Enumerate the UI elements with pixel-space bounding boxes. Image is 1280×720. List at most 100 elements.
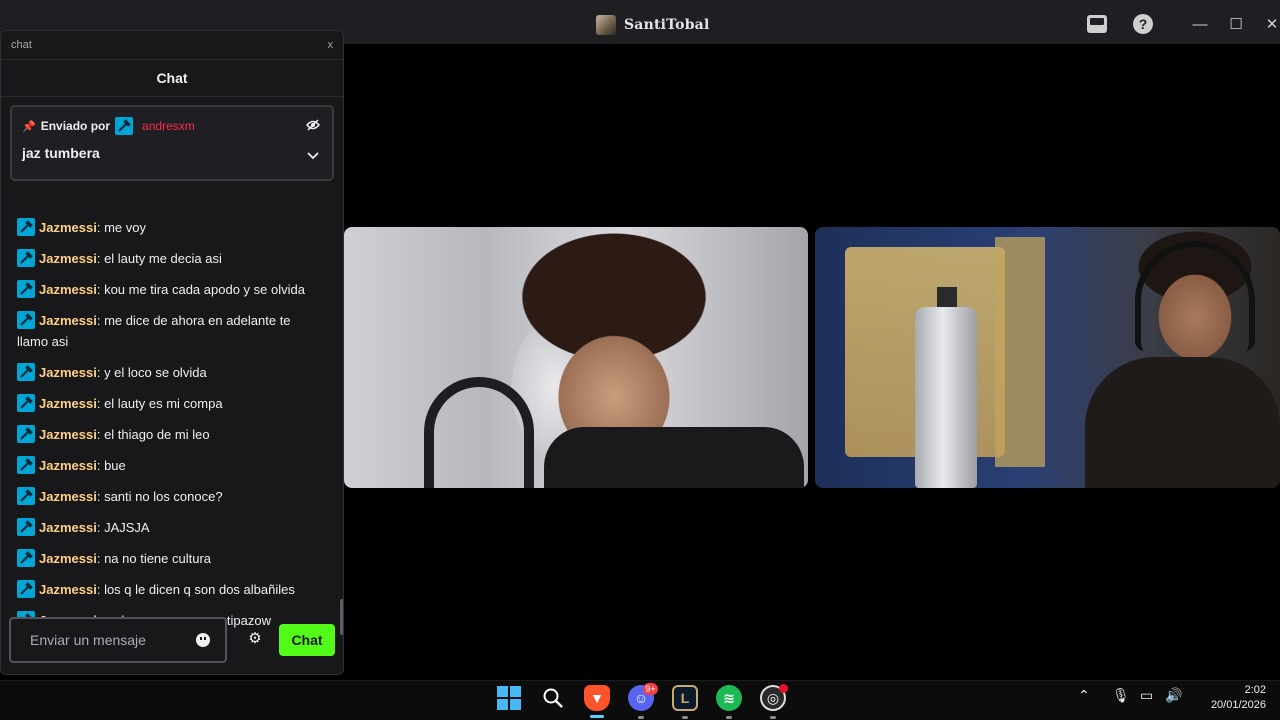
tray-chevron-up-icon[interactable]: ⌃ <box>1078 687 1090 704</box>
chat-message-text: el thiago de mi leo <box>104 427 210 442</box>
chat-composer: ⚙ Chat <box>9 617 335 663</box>
chat-message-text: bue <box>104 458 126 473</box>
chat-message: Jazmessi: me voy <box>9 217 329 238</box>
chat-message: Jazmessi: el thiago de mi leo <box>9 424 329 445</box>
clock-date: 20/01/2026 <box>1210 699 1266 711</box>
video-tile-streamer-2[interactable] <box>815 227 1280 488</box>
moderator-badge-icon <box>17 549 35 567</box>
chat-username[interactable]: Jazmessi <box>39 220 97 235</box>
chat-separator: : <box>96 458 105 473</box>
chat-message-text: y el loco se olvida <box>104 365 207 380</box>
discord-running-indicator <box>638 716 644 719</box>
channel-avatar <box>596 15 616 35</box>
pinned-meta: 📌 Enviado por andresxm <box>22 117 322 135</box>
chat-username[interactable]: Jazmessi <box>39 551 97 566</box>
chat-username[interactable]: Jazmessi <box>39 365 97 380</box>
moderator-badge-icon <box>17 249 35 267</box>
pin-icon: 📌 <box>22 120 36 133</box>
minimize-button[interactable]: — <box>1189 13 1211 35</box>
maximize-button[interactable]: ☐ <box>1225 13 1247 35</box>
moderator-badge-icon <box>17 280 35 298</box>
chat-message-text: kou me tira cada apodo y se olvida <box>104 282 305 297</box>
window-title: SantiTobal <box>624 17 710 33</box>
headset-shape <box>1135 241 1255 351</box>
chat-message: Jazmessi: JAJSJA <box>9 517 329 538</box>
chat-message: Jazmessi: el lauty me decia asi <box>9 248 329 269</box>
discord-notification-badge: 9+ <box>643 683 658 695</box>
video-tile-streamer-1[interactable] <box>344 227 808 488</box>
thermos-shape <box>915 307 977 488</box>
chat-separator: : <box>96 551 105 566</box>
search-icon[interactable] <box>540 685 566 711</box>
chat-message-text: los q le dicen q son dos albañiles <box>104 582 295 597</box>
shirt-shape <box>544 427 804 488</box>
volume-icon[interactable]: 🔊 <box>1165 687 1182 704</box>
chat-panel-close-button[interactable]: x <box>328 39 334 51</box>
chat-username[interactable]: Jazmessi <box>39 396 97 411</box>
flag-stripe-shape <box>995 237 1045 467</box>
network-icon[interactable]: ▭ <box>1140 687 1153 704</box>
system-clock[interactable]: 2:02 20/01/2026 <box>1196 683 1266 713</box>
chat-username[interactable]: Jazmessi <box>39 489 97 504</box>
hoodie-shape <box>1085 357 1280 488</box>
chat-message: Jazmessi: na no tiene cultura <box>9 548 329 569</box>
chevron-down-icon[interactable] <box>306 151 320 161</box>
inbox-icon[interactable] <box>1086 13 1108 35</box>
pinned-username[interactable]: andresxm <box>142 119 195 133</box>
brave-icon[interactable]: ▼ <box>584 685 610 711</box>
chat-message-text: el lauty es mi compa <box>104 396 223 411</box>
chat-panel-title: chat <box>11 39 32 51</box>
chat-message: Jazmessi: y el loco se olvida <box>9 362 329 383</box>
help-button[interactable]: ? <box>1132 13 1154 35</box>
chat-username[interactable]: Jazmessi <box>39 582 97 597</box>
moderator-badge-icon <box>17 363 35 381</box>
chat-message: Jazmessi: kou me tira cada apodo y se ol… <box>9 279 329 300</box>
chat-message-text: santi no los conoce? <box>104 489 223 504</box>
spotify-icon[interactable]: ≋ <box>716 685 742 711</box>
start-icon[interactable] <box>496 685 522 711</box>
moderator-badge-icon <box>17 425 35 443</box>
close-button[interactable]: ✕ <box>1261 13 1280 35</box>
chat-separator: : <box>96 220 105 235</box>
league-of-legends-icon[interactable]: L <box>672 685 698 711</box>
lol-running-indicator <box>682 716 688 719</box>
microphone-icon[interactable]: 🎙 <box>1112 687 1130 704</box>
chat-separator: : <box>96 313 105 328</box>
chat-message-text: na no tiene cultura <box>104 551 212 566</box>
chat-separator: : <box>96 427 105 442</box>
spotify-running-indicator <box>726 716 732 719</box>
chat-message-text: me voy <box>104 220 146 235</box>
chat-separator: : <box>96 396 105 411</box>
hide-pinned-icon[interactable] <box>306 119 320 131</box>
chat-message: Jazmessi: bue <box>9 455 329 476</box>
pinned-sent-by-label: Enviado por <box>40 119 111 133</box>
chat-separator: : <box>96 582 105 597</box>
chat-username[interactable]: Jazmessi <box>39 427 97 442</box>
chat-username[interactable]: Jazmessi <box>39 251 97 266</box>
chat-message-text: JAJSJA <box>104 520 150 535</box>
moderator-badge-icon <box>17 394 35 412</box>
taskbar: ▼ ☺ L ≋ ◎ 9+ ⌃ 🎙 ▭ 🔊 2:02 20/01/2026 <box>0 680 1280 720</box>
chat-message-input[interactable] <box>9 617 227 663</box>
chat-separator: : <box>96 365 105 380</box>
pinned-message-text: jaz tumbera <box>22 145 100 161</box>
emoji-icon[interactable] <box>196 633 210 647</box>
chat-username[interactable]: Jazmessi <box>39 313 97 328</box>
chat-message-text: el lauty me decia asi <box>104 251 222 266</box>
chat-panel-header: chat x <box>1 31 343 59</box>
chat-separator: : <box>96 282 105 297</box>
chat-heading: Chat <box>1 59 343 97</box>
pinned-message[interactable]: 📌 Enviado por andresxm jaz tumbera <box>10 105 334 181</box>
moderator-badge-icon <box>17 218 35 236</box>
clock-time: 2:02 <box>1244 684 1266 696</box>
chat-username[interactable]: Jazmessi <box>39 458 97 473</box>
chat-panel: chat x Chat 📌 Enviado por andresxm jaz t… <box>0 30 344 675</box>
gear-icon[interactable]: ⚙ <box>248 631 262 646</box>
chat-message: Jazmessi: santi no los conoce? <box>9 486 329 507</box>
chat-username[interactable]: Jazmessi <box>39 520 97 535</box>
moderator-badge-icon <box>17 518 35 536</box>
send-chat-button[interactable]: Chat <box>279 624 335 656</box>
chat-scrollbar[interactable] <box>340 599 343 635</box>
chat-username[interactable]: Jazmessi <box>39 282 97 297</box>
chat-message-list: Jazmessi: me voy Jazmessi: el lauty me de… <box>9 217 329 641</box>
